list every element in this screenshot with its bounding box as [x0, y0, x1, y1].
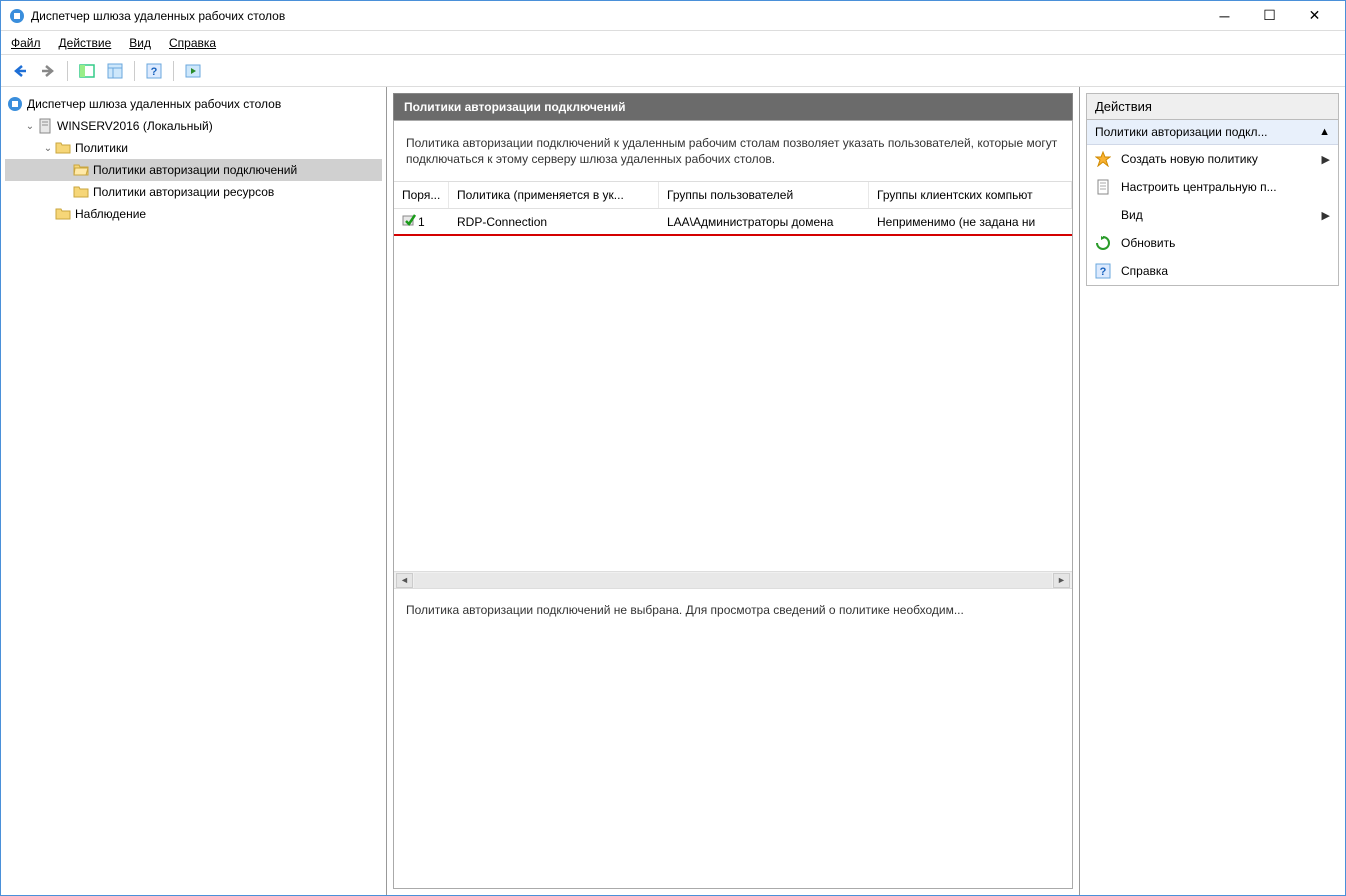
- tree-policies[interactable]: ⌄ Политики: [5, 137, 382, 159]
- show-hide-tree-button[interactable]: [74, 58, 100, 84]
- action-refresh[interactable]: Обновить: [1087, 229, 1338, 257]
- action-help[interactable]: ? Справка: [1087, 257, 1338, 285]
- folder-icon: [55, 140, 71, 156]
- maximize-button[interactable]: ☐: [1247, 2, 1292, 30]
- folder-icon: [73, 184, 89, 200]
- title-bar: Диспетчер шлюза удаленных рабочих столов…: [1, 1, 1345, 31]
- main-header: Политики авторизации подключений: [393, 93, 1073, 120]
- action-configure-central[interactable]: Настроить центральную п...: [1087, 173, 1338, 201]
- action-create-policy[interactable]: Создать новую политику ▶: [1087, 145, 1338, 173]
- menu-help[interactable]: Справка: [169, 36, 216, 50]
- cell-order: 1: [394, 209, 449, 234]
- main-pane: Политики авторизации подключений Политик…: [387, 87, 1079, 895]
- server-icon: [37, 118, 53, 134]
- minimize-button[interactable]: ─: [1202, 2, 1247, 30]
- chevron-right-icon: ▶: [1322, 209, 1330, 222]
- tree-root[interactable]: Диспетчер шлюза удаленных рабочих столов: [5, 93, 382, 115]
- tree-pane[interactable]: Диспетчер шлюза удаленных рабочих столов…: [1, 87, 387, 895]
- blank-icon: [1095, 207, 1111, 223]
- scroll-right-icon[interactable]: ►: [1053, 573, 1070, 588]
- col-client-groups[interactable]: Группы клиентских компьют: [869, 182, 1072, 208]
- document-icon: [1095, 179, 1111, 195]
- menu-view[interactable]: Вид: [129, 36, 151, 50]
- enabled-icon: [402, 213, 416, 230]
- back-button[interactable]: [7, 58, 33, 84]
- table-row[interactable]: 1 RDP-Connection LAA\Администраторы доме…: [394, 209, 1072, 236]
- cell-clients: Неприменимо (не задана ни: [869, 211, 1072, 233]
- policy-description: Политика авторизации подключений к удале…: [394, 121, 1072, 182]
- forward-button[interactable]: [35, 58, 61, 84]
- action-view[interactable]: Вид ▶: [1087, 201, 1338, 229]
- refresh-icon: [1095, 235, 1111, 251]
- policy-table: Поря... Политика (применяется в ук... Гр…: [394, 182, 1072, 588]
- help-icon-button[interactable]: ?: [141, 58, 167, 84]
- actions-pane: Действия Политики авторизации подкл... ▲…: [1079, 87, 1345, 895]
- tree-rap-policies[interactable]: Политики авторизации ресурсов: [5, 181, 382, 203]
- svg-text:?: ?: [1100, 266, 1107, 278]
- export-list-button[interactable]: [180, 58, 206, 84]
- window-controls: ─ ☐ ✕: [1202, 2, 1337, 30]
- gateway-icon: [7, 96, 23, 112]
- cell-policy: RDP-Connection: [449, 211, 659, 233]
- svg-text:?: ?: [151, 66, 158, 78]
- col-order[interactable]: Поря...: [394, 182, 449, 208]
- scroll-left-icon[interactable]: ◄: [396, 573, 413, 588]
- actions-title: Действия: [1086, 93, 1339, 120]
- cell-users: LAA\Администраторы домена: [659, 211, 869, 233]
- expander-icon[interactable]: ⌄: [23, 121, 37, 132]
- tree-cap-policies[interactable]: Политики авторизации подключений: [5, 159, 382, 181]
- properties-button[interactable]: [102, 58, 128, 84]
- menu-action[interactable]: Действие: [59, 36, 112, 50]
- col-policy[interactable]: Политика (применяется в ук...: [449, 182, 659, 208]
- horizontal-scrollbar[interactable]: ◄ ►: [394, 571, 1072, 588]
- col-user-groups[interactable]: Группы пользователей: [659, 182, 869, 208]
- tree-monitoring[interactable]: Наблюдение: [5, 203, 382, 225]
- toolbar: ?: [1, 55, 1345, 87]
- actions-subtitle[interactable]: Политики авторизации подкл... ▲: [1087, 120, 1338, 145]
- close-button[interactable]: ✕: [1292, 2, 1337, 30]
- collapse-icon[interactable]: ▲: [1319, 126, 1330, 138]
- expander-icon[interactable]: ⌄: [41, 143, 55, 154]
- help-icon: ?: [1095, 263, 1111, 279]
- folder-icon: [55, 206, 71, 222]
- tree-server[interactable]: ⌄ WINSERV2016 (Локальный): [5, 115, 382, 137]
- new-icon: [1095, 151, 1111, 167]
- scroll-track[interactable]: [414, 573, 1052, 588]
- folder-open-icon: [73, 162, 89, 178]
- menu-file[interactable]: Файл: [11, 36, 41, 50]
- app-icon: [9, 8, 25, 24]
- menu-bar: Файл Действие Вид Справка: [1, 31, 1345, 55]
- table-header: Поря... Политика (применяется в ук... Гр…: [394, 182, 1072, 209]
- window-title: Диспетчер шлюза удаленных рабочих столов: [31, 9, 1202, 23]
- details-pane: Политика авторизации подключений не выбр…: [394, 588, 1072, 888]
- chevron-right-icon: ▶: [1322, 153, 1330, 166]
